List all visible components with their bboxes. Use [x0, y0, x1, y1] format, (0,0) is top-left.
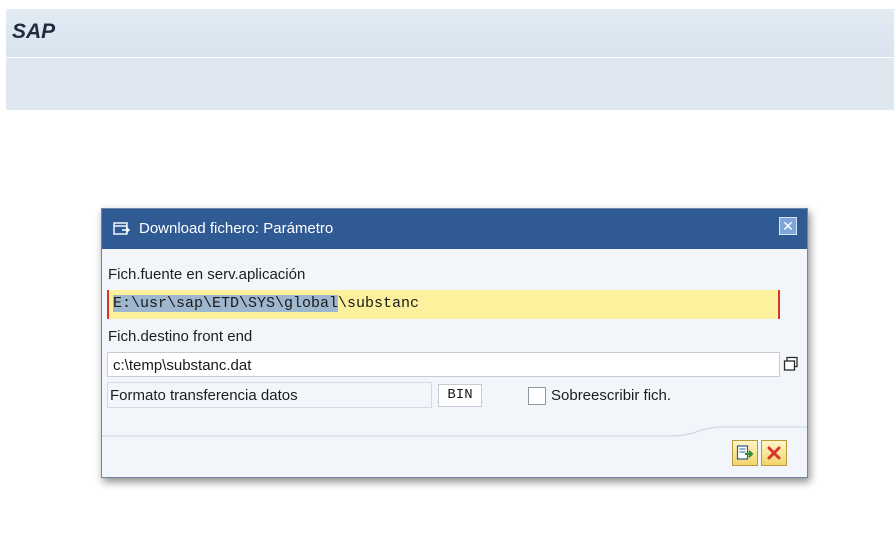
sap-toolbar — [6, 58, 894, 110]
destination-file-input[interactable]: c:\temp\substanc.dat — [107, 352, 780, 377]
destination-file-label: Fich.destino front end — [108, 328, 253, 345]
execute-download-button[interactable] — [732, 440, 758, 466]
sap-logo: SAP — [12, 20, 56, 43]
cancel-x-icon — [767, 446, 781, 460]
overwrite-checkbox[interactable] — [528, 387, 546, 405]
toolbar-separator — [102, 426, 807, 437]
dialog-title: Download fichero: Parámetro — [139, 220, 334, 237]
cancel-button[interactable] — [761, 440, 787, 466]
source-file-label: Fich.fuente en serv.aplicación — [108, 266, 306, 283]
dialog-title-bar[interactable]: Download fichero: Parámetro ✕ — [102, 209, 807, 249]
browse-icon[interactable] — [783, 356, 799, 372]
format-label: Formato transferencia datos — [110, 387, 298, 404]
close-icon[interactable]: ✕ — [779, 217, 797, 235]
source-file-selected-text: E:\usr\sap\ETD\SYS\global — [113, 295, 339, 312]
destination-file-value: c:\temp\substanc.dat — [113, 357, 252, 374]
source-file-input[interactable]: E:\usr\sap\ETD\SYS\global\substanc — [107, 290, 780, 319]
format-input[interactable]: BIN — [438, 384, 482, 407]
download-dialog: Download fichero: Parámetro ✕ Fich.fuent… — [101, 208, 808, 478]
source-file-rest-text: \substanc — [338, 295, 420, 312]
source-file-value: E:\usr\sap\ETD\SYS\global\substanc — [113, 295, 419, 312]
download-execute-icon — [736, 445, 754, 460]
dialog-window-icon — [113, 222, 131, 235]
sap-header-bar: SAP — [6, 9, 894, 57]
overwrite-label: Sobreescribir fich. — [551, 387, 672, 404]
format-label-box: Formato transferencia datos — [107, 382, 432, 408]
